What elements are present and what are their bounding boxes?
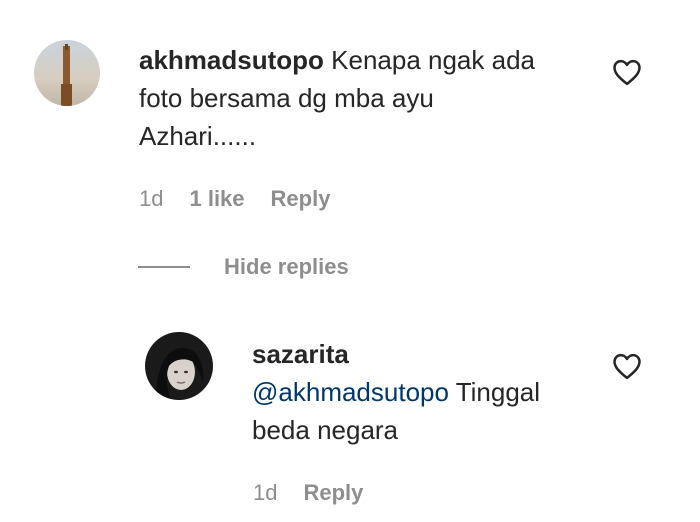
reply-username[interactable]: sazarita: [252, 339, 349, 369]
comment-reply-button[interactable]: Reply: [271, 186, 331, 212]
reply-text-line1: Tinggal: [448, 377, 541, 407]
comment-time: 1d: [139, 186, 164, 211]
comment-text: akhmadsutopo Kenapa ngak ada foto bersam…: [139, 41, 579, 155]
comment-like-heart-icon[interactable]: [612, 58, 642, 86]
hide-replies-button[interactable]: Hide replies: [138, 254, 349, 280]
comment-username[interactable]: akhmadsutopo: [139, 45, 324, 75]
reply-mention-link[interactable]: @akhmadsutopo: [252, 377, 449, 407]
reply-reply-button[interactable]: Reply: [303, 480, 363, 506]
reply-text-line2: beda negara: [252, 415, 399, 445]
hide-replies-label: Hide replies: [224, 254, 349, 279]
avatar-akhmadsutopo[interactable]: [34, 40, 100, 106]
avatar-image: [145, 332, 213, 400]
comment-text-line1: Kenapa ngak ada: [323, 45, 535, 75]
reply-like-heart-icon[interactable]: [612, 352, 642, 380]
comment-likes-count[interactable]: 1 like: [189, 186, 244, 212]
reply-time: 1d: [253, 480, 278, 505]
comment-text-line3: Azhari......: [139, 121, 257, 151]
comment-meta: 1d 1 like Reply: [139, 186, 330, 212]
reply-text: sazarita @akhmadsutopo Tinggal beda nega…: [252, 335, 592, 449]
comment-text-line2: foto bersama dg mba ayu: [139, 83, 434, 113]
reply-meta: 1d Reply: [253, 480, 363, 506]
avatar-sazarita[interactable]: [145, 332, 213, 400]
avatar-image: [34, 40, 100, 106]
hide-replies-divider: [138, 266, 190, 268]
